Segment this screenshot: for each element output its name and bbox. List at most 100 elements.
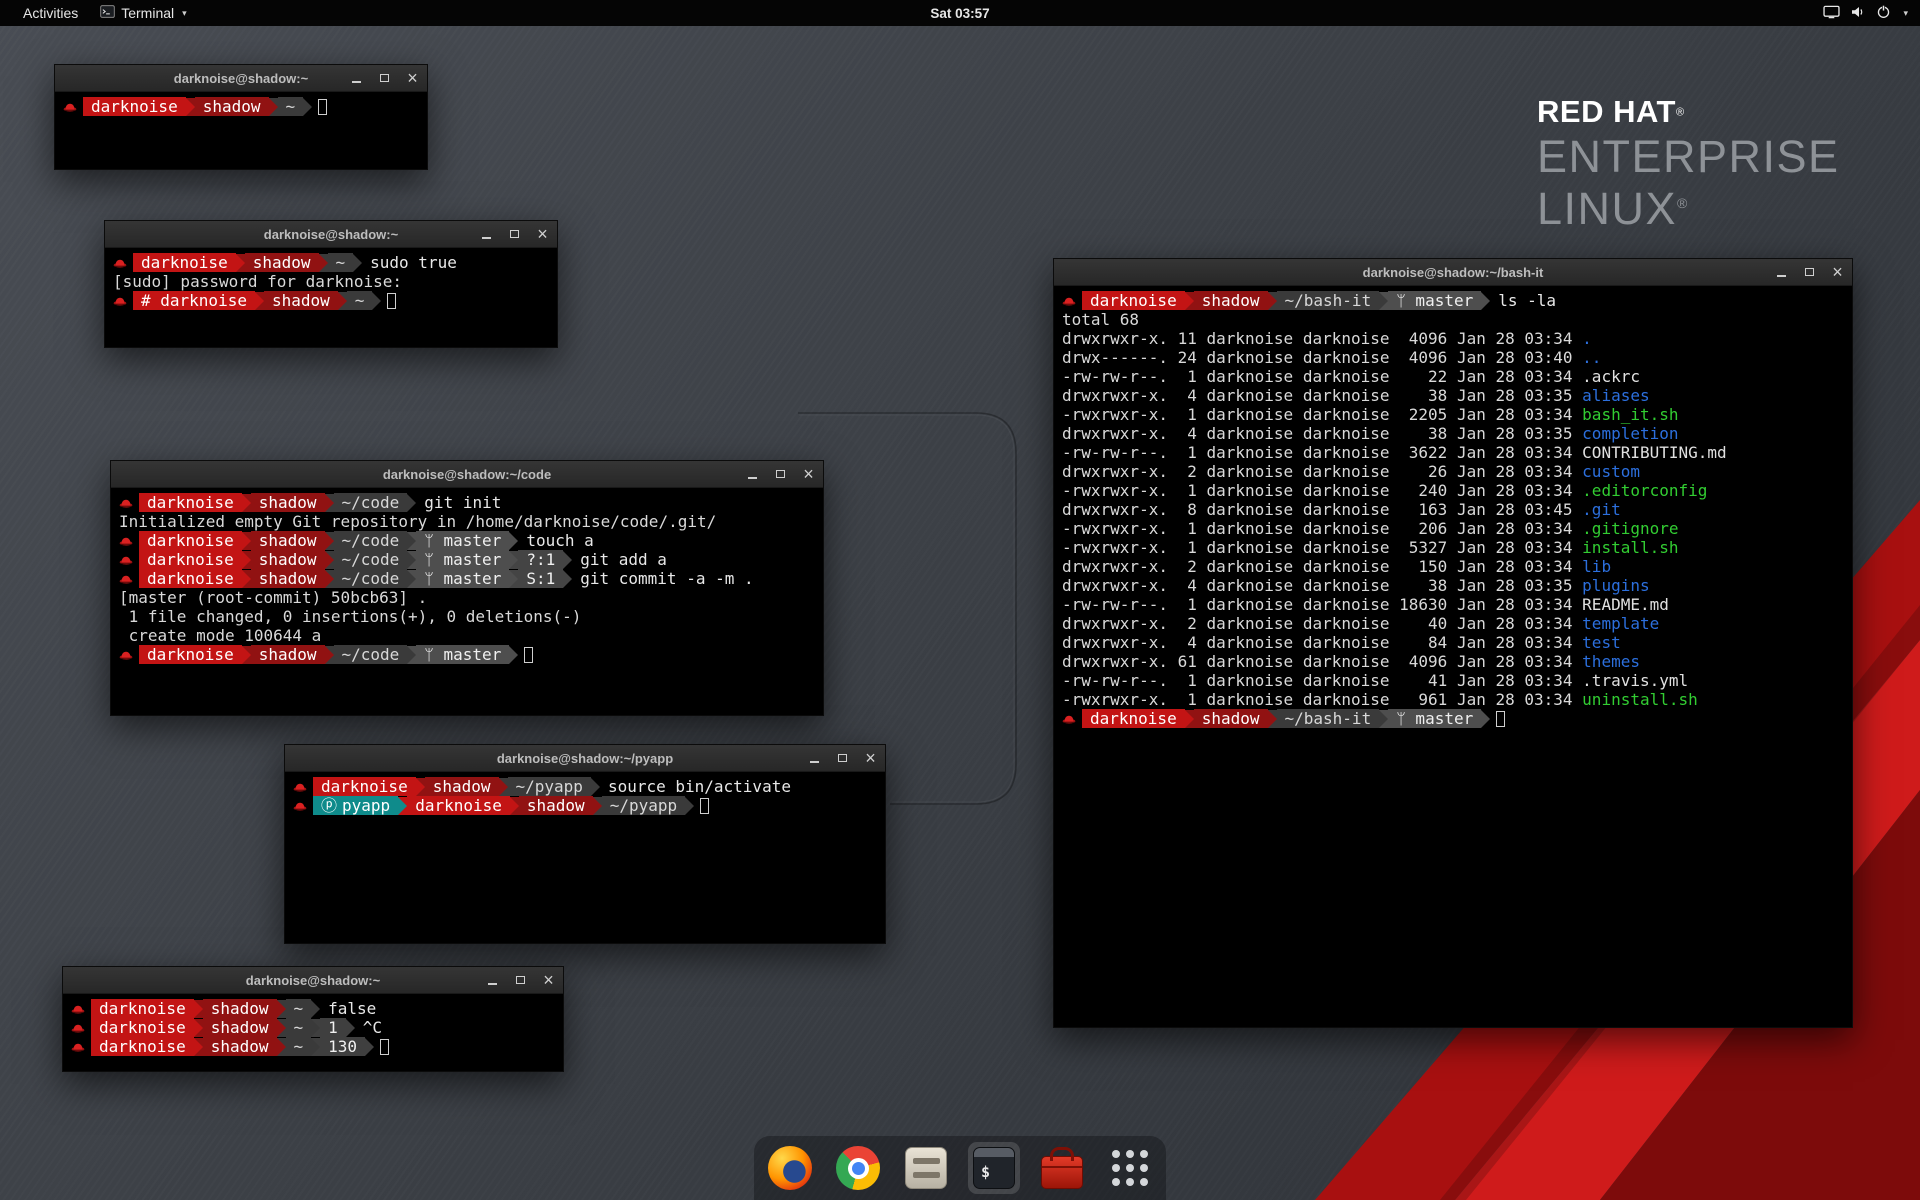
dock-item-app-grid[interactable] [1104, 1142, 1156, 1194]
minimize-button[interactable] [479, 227, 494, 242]
powerline-separator-icon [593, 797, 602, 815]
output-text: custom [1582, 462, 1640, 481]
powerline-separator-icon [372, 292, 381, 310]
redhat-prompt-icon [1062, 713, 1076, 725]
prompt-segment-path: ~/code [334, 550, 408, 569]
terminal-cursor [524, 647, 533, 663]
prompt-segment-user: # darknoise [133, 291, 255, 310]
command-text: false [320, 999, 376, 1018]
registered-mark: ® [1677, 195, 1689, 211]
output-text: test [1582, 633, 1621, 652]
powerline-separator-icon [1481, 710, 1490, 728]
terminal-icon [100, 5, 115, 21]
output-text: drwxrwxr-x. 4 darknoise darknoise 38 Jan… [1062, 576, 1582, 595]
maximize-button[interactable] [377, 71, 392, 86]
terminal-line: drwxrwxr-x. 11 darknoise darknoise 4096 … [1062, 329, 1844, 348]
display-icon [1823, 5, 1840, 22]
terminal-content[interactable]: darknoiseshadow~/bash-itᛘ masterls -lato… [1054, 286, 1852, 733]
dock-item-terminal[interactable] [968, 1142, 1020, 1194]
activities-button[interactable]: Activities [0, 0, 89, 26]
close-button[interactable] [863, 751, 878, 766]
dock-item-chrome[interactable] [832, 1142, 884, 1194]
terminal-window: darknoise@shadow:~/code darknoiseshadow~… [110, 460, 824, 716]
prompt-segment-host: shadow [251, 550, 325, 569]
output-text: drwxrwxr-x. 2 darknoise darknoise 40 Jan… [1062, 614, 1582, 633]
terminal-line: darknoiseshadow~/codegit init [119, 493, 815, 512]
powerline-separator-icon [303, 98, 312, 116]
close-button[interactable] [405, 71, 420, 86]
powerline-separator-icon [407, 570, 416, 588]
rhel-branding: RED HAT® ENTERPRISE LINUX® [1537, 96, 1840, 231]
terminal-content[interactable]: darknoiseshadow~/codegit initInitialized… [111, 488, 823, 669]
window-titlebar[interactable]: darknoise@shadow:~/bash-it [1054, 259, 1852, 286]
minimize-button[interactable] [807, 751, 822, 766]
minimize-button[interactable] [349, 71, 364, 86]
prompt-segment-host: shadow [425, 777, 499, 796]
powerline-separator-icon [242, 570, 251, 588]
prompt-segment-user: darknoise [313, 777, 416, 796]
powerline-separator-icon [277, 1000, 286, 1018]
terminal-line: darknoiseshadow~/codeᛘ master [119, 645, 815, 664]
top-bar: Activities Terminal ▾ Sat 03:57 ▾ [0, 0, 1920, 26]
output-text: CONTRIBUTING.md [1582, 443, 1727, 462]
app-menu-terminal[interactable]: Terminal ▾ [89, 0, 197, 26]
maximize-button[interactable] [513, 973, 528, 988]
terminal-cursor [380, 1039, 389, 1055]
terminal-content[interactable]: darknoiseshadow~falsedarknoiseshadow~1^C… [63, 994, 563, 1061]
terminal-line: -rwxrwxr-x. 1 darknoise darknoise 961 Ja… [1062, 690, 1844, 709]
close-button[interactable] [535, 227, 550, 242]
prompt-segment-user: darknoise [91, 1037, 194, 1056]
redhat-prompt-icon [119, 573, 133, 585]
dock-item-files[interactable] [900, 1142, 952, 1194]
maximize-button[interactable] [507, 227, 522, 242]
powerline-separator-icon [325, 494, 334, 512]
terminal-line: darknoiseshadow~130 [71, 1037, 555, 1056]
output-text: drwxrwxr-x. 2 darknoise darknoise 150 Ja… [1062, 557, 1582, 576]
window-titlebar[interactable]: darknoise@shadow:~ [105, 221, 557, 248]
maximize-button[interactable] [835, 751, 850, 766]
terminal-content[interactable]: darknoiseshadow~ [55, 92, 427, 121]
dock-item-toolbox[interactable] [1036, 1142, 1088, 1194]
terminal-cursor [1496, 711, 1505, 727]
prompt-segment-host: shadow [251, 569, 325, 588]
terminal-line: drwxrwxr-x. 4 darknoise darknoise 38 Jan… [1062, 424, 1844, 443]
prompt-segment-user: darknoise [139, 531, 242, 550]
terminal-content[interactable]: darknoiseshadow~sudo true[sudo] password… [105, 248, 557, 315]
output-text: -rwxrwxr-x. 1 darknoise darknoise 5327 J… [1062, 538, 1582, 557]
system-status-area[interactable]: ▾ [1817, 0, 1914, 26]
maximize-button[interactable] [773, 467, 788, 482]
powerline-separator-icon [242, 532, 251, 550]
powerline-separator-icon [1185, 292, 1194, 310]
close-button[interactable] [541, 973, 556, 988]
window-titlebar[interactable]: darknoise@shadow:~/pyapp [285, 745, 885, 772]
maximize-button[interactable] [1802, 265, 1817, 280]
prompt-segment-host: shadow [251, 493, 325, 512]
window-title: darknoise@shadow:~ [174, 71, 308, 86]
terminal-line: create mode 100644 a [119, 626, 815, 645]
close-button[interactable] [801, 467, 816, 482]
redhat-prompt-icon [119, 535, 133, 547]
window-titlebar[interactable]: darknoise@shadow:~/code [111, 461, 823, 488]
close-button[interactable] [1830, 265, 1845, 280]
window-titlebar[interactable]: darknoise@shadow:~ [63, 967, 563, 994]
window-titlebar[interactable]: darknoise@shadow:~ [55, 65, 427, 92]
prompt-segment-user: darknoise [1082, 291, 1185, 310]
window-title: darknoise@shadow:~/bash-it [1363, 265, 1544, 280]
terminal-line: darknoiseshadow~false [71, 999, 555, 1018]
terminal-line: darknoiseshadow~/bash-itᛘ master [1062, 709, 1844, 728]
output-text: .gitignore [1582, 519, 1678, 538]
minimize-button[interactable] [485, 973, 500, 988]
powerline-separator-icon [509, 532, 518, 550]
powerline-separator-icon [242, 494, 251, 512]
powerline-separator-icon [319, 254, 328, 272]
powerline-separator-icon [338, 292, 347, 310]
dock-item-firefox[interactable] [764, 1142, 816, 1194]
prompt-segment-user: darknoise [83, 97, 186, 116]
terminal-icon [973, 1147, 1015, 1189]
terminal-content[interactable]: darknoiseshadow~/pyappsource bin/activat… [285, 772, 885, 820]
minimize-button[interactable] [1774, 265, 1789, 280]
terminal-line: -rwxrwxr-x. 1 darknoise darknoise 240 Ja… [1062, 481, 1844, 500]
minimize-button[interactable] [745, 467, 760, 482]
clock[interactable]: Sat 03:57 [930, 6, 989, 21]
prompt-segment-gitst: ?:1 [518, 550, 563, 569]
